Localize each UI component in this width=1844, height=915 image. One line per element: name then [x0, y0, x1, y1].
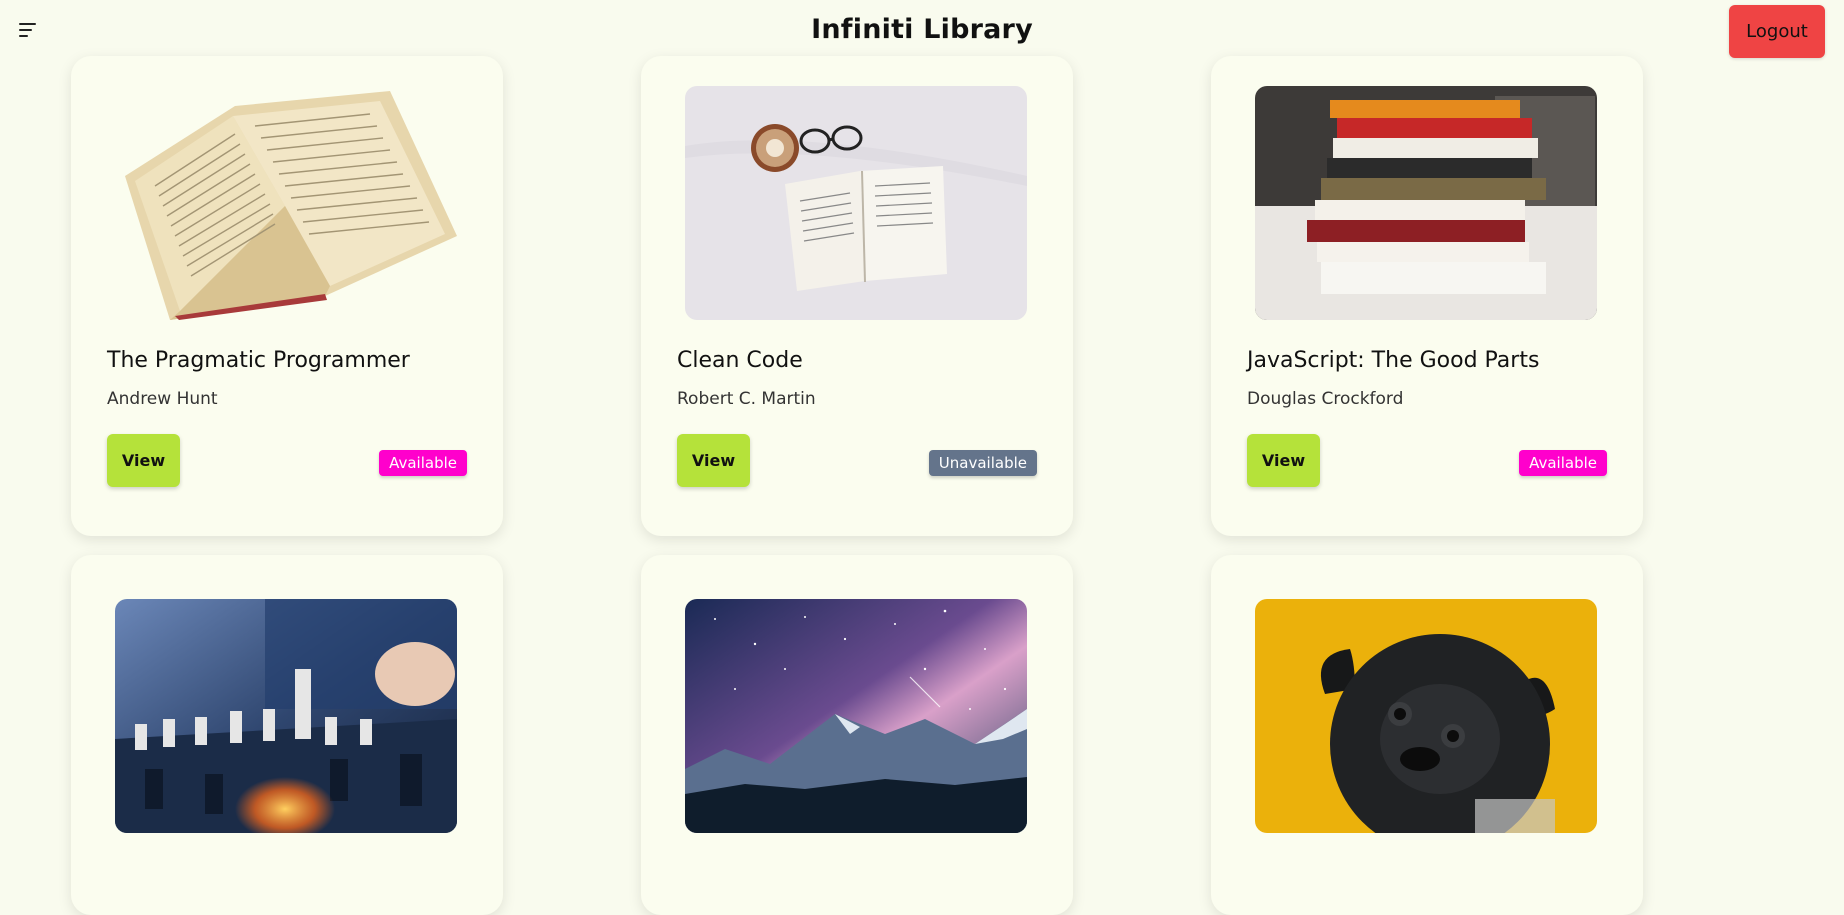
- status-badge: Available: [1519, 450, 1607, 476]
- view-button[interactable]: View: [677, 434, 750, 487]
- book-cover-image: [1255, 599, 1597, 833]
- book-author: Andrew Hunt: [107, 389, 218, 409]
- book-card: [1211, 555, 1643, 915]
- book-title: JavaScript: The Good Parts: [1247, 348, 1540, 373]
- book-card: The Pragmatic Programmer Andrew Hunt Vie…: [71, 56, 503, 536]
- book-card: JavaScript: The Good Parts Douglas Crock…: [1211, 56, 1643, 536]
- book-card: Clean Code Robert C. Martin View Unavail…: [641, 56, 1073, 536]
- view-button[interactable]: View: [1247, 434, 1320, 487]
- book-author: Robert C. Martin: [677, 389, 816, 409]
- book-author: Douglas Crockford: [1247, 389, 1404, 409]
- book-card: [641, 555, 1073, 915]
- book-title: Clean Code: [677, 348, 803, 373]
- book-card: [71, 555, 503, 915]
- book-title: The Pragmatic Programmer: [107, 348, 410, 373]
- view-button[interactable]: View: [107, 434, 180, 487]
- status-badge: Available: [379, 450, 467, 476]
- status-badge: Unavailable: [928, 450, 1037, 476]
- book-cover-image: [115, 86, 457, 320]
- logout-button[interactable]: Logout: [1729, 5, 1825, 58]
- book-cover-image: [115, 599, 457, 833]
- book-cover-image: [685, 86, 1027, 320]
- book-cover-image: [1255, 86, 1597, 320]
- page-title: Infiniti Library: [811, 14, 1033, 45]
- book-cover-image: [685, 599, 1027, 833]
- app-header: Infiniti Library Logout: [0, 0, 1844, 64]
